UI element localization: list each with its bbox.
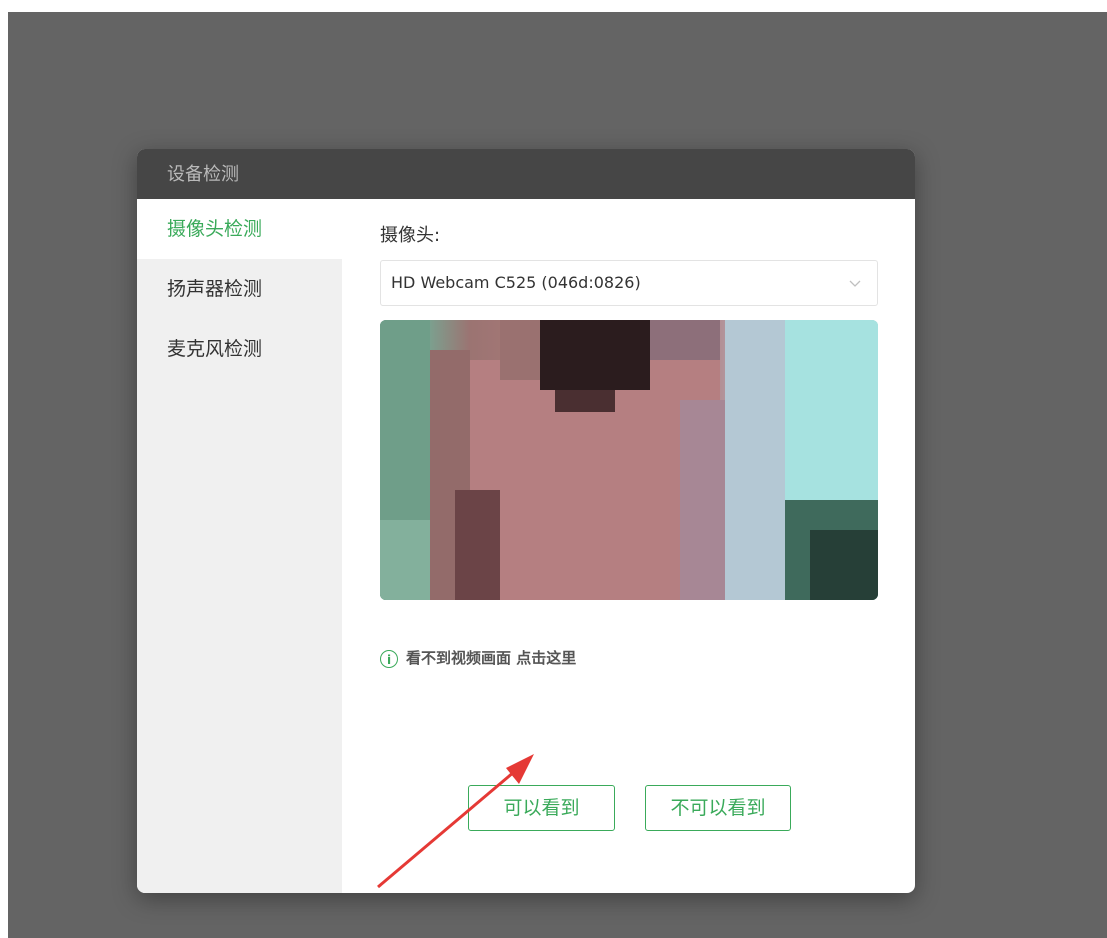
- dialog-title: 设备检测: [137, 149, 915, 199]
- camera-label: 摄像头:: [380, 225, 441, 246]
- troubleshoot-hint-text: 看不到视频画面 点击这里: [406, 649, 577, 667]
- sidebar-item-speaker-check[interactable]: 扬声器检测: [137, 259, 342, 319]
- sidebar-item-microphone-check[interactable]: 麦克风检测: [137, 319, 342, 379]
- cannot-see-button[interactable]: 不可以看到: [645, 785, 791, 831]
- camera-preview: [380, 320, 878, 600]
- camera-check-panel: 摄像头: HD Webcam C525 (046d:0826) i 看不到视频画…: [342, 199, 915, 893]
- can-see-button[interactable]: 可以看到: [468, 785, 615, 831]
- camera-select[interactable]: HD Webcam C525 (046d:0826): [380, 260, 878, 306]
- sidebar-item-camera-check[interactable]: 摄像头检测: [137, 199, 342, 259]
- chevron-down-icon: [849, 280, 861, 287]
- info-icon: i: [380, 649, 398, 668]
- sidebar: 摄像头检测 扬声器检测 麦克风检测: [137, 199, 342, 893]
- camera-select-value: HD Webcam C525 (046d:0826): [391, 273, 641, 292]
- device-check-dialog: 设备检测 摄像头检测 扬声器检测 麦克风检测 摄像头: HD Webcam C5…: [137, 149, 915, 893]
- troubleshoot-hint[interactable]: i 看不到视频画面 点击这里: [380, 647, 576, 669]
